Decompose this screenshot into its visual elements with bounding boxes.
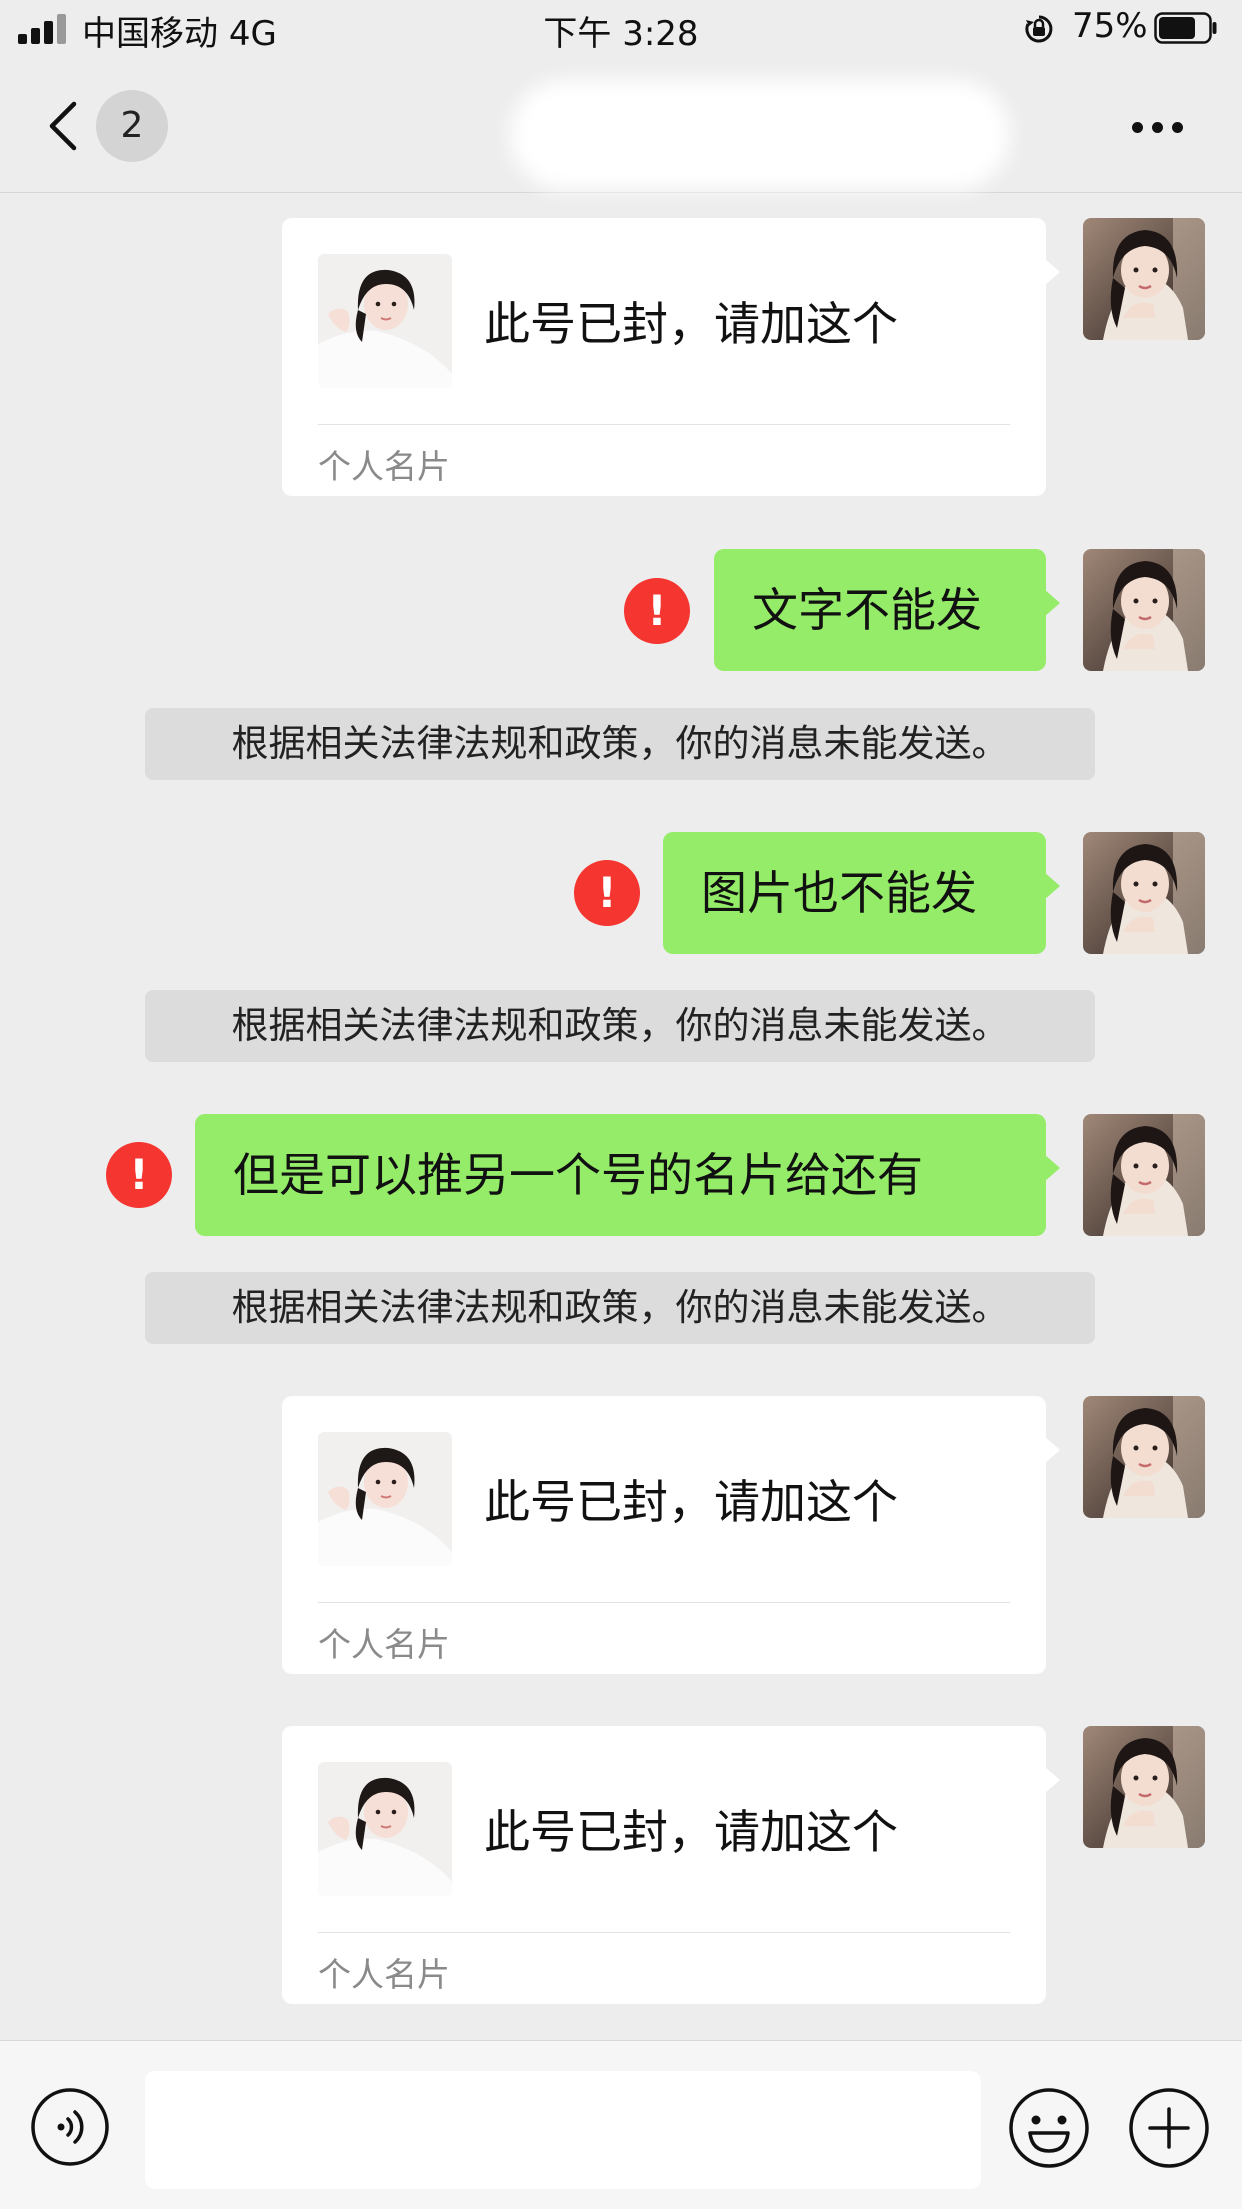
contact-card-message[interactable]: 此号已封，请加这个 个人名片: [282, 1726, 1060, 2004]
avatar[interactable]: [1083, 1114, 1205, 1236]
plus-circle-icon[interactable]: [1128, 2087, 1210, 2169]
contact-card-photo: [318, 1432, 452, 1566]
system-notice: 根据相关法律法规和政策，你的消息未能发送。: [145, 990, 1095, 1062]
battery-icon: [1154, 12, 1217, 44]
send-failed-icon[interactable]: !: [106, 1142, 172, 1208]
avatar[interactable]: [1083, 832, 1205, 954]
contact-card-photo: [318, 254, 452, 388]
emoji-icon[interactable]: [1008, 2087, 1090, 2169]
divider: [318, 1602, 1010, 1603]
system-notice: 根据相关法律法规和政策，你的消息未能发送。: [145, 708, 1095, 780]
message-text: 图片也不能发: [701, 866, 977, 920]
avatar[interactable]: [1083, 218, 1205, 340]
divider: [318, 1932, 1010, 1933]
unread-count-badge[interactable]: 2: [96, 90, 168, 162]
system-notice: 根据相关法律法规和政策，你的消息未能发送。: [145, 1272, 1095, 1344]
status-bar: 中国移动 4G 下午 3:28 75%: [0, 0, 1242, 58]
battery-percent: 75%: [1072, 6, 1148, 46]
send-failed-icon[interactable]: !: [574, 860, 640, 926]
contact-card-label: 个人名片: [318, 1625, 450, 1664]
contact-card-photo: [318, 1762, 452, 1896]
text-message[interactable]: 文字不能发: [714, 549, 1060, 671]
contact-card-message[interactable]: 此号已封，请加这个 个人名片: [282, 1396, 1060, 1674]
avatar[interactable]: [1083, 1396, 1205, 1518]
chat-input-bar: [0, 2040, 1242, 2209]
avatar[interactable]: [1083, 549, 1205, 671]
chevron-left-icon[interactable]: [40, 96, 90, 156]
orientation-lock-icon: [1025, 15, 1053, 43]
contact-card-name: 此号已封，请加这个: [484, 1805, 898, 1859]
text-message[interactable]: 图片也不能发: [663, 832, 1060, 954]
status-time: 下午 3:28: [543, 14, 699, 54]
ellipsis-icon[interactable]: [1122, 108, 1192, 148]
contact-card-name: 此号已封，请加这个: [484, 297, 898, 351]
contact-card-name: 此号已封，请加这个: [484, 1475, 898, 1529]
text-message[interactable]: 但是可以推另一个号的名片给还有: [195, 1114, 1060, 1236]
message-text: 但是可以推另一个号的名片给还有: [233, 1148, 923, 1202]
message-input[interactable]: [145, 2071, 981, 2189]
send-failed-icon[interactable]: !: [624, 578, 690, 644]
message-text: 文字不能发: [752, 583, 982, 637]
divider: [318, 424, 1010, 425]
contact-card-label: 个人名片: [318, 1955, 450, 1994]
voice-icon[interactable]: [30, 2087, 110, 2167]
chat-title-redacted: [510, 80, 1010, 190]
chat-header: 2: [0, 58, 1242, 193]
contact-card-message[interactable]: 此号已封，请加这个 个人名片: [282, 218, 1060, 496]
contact-card-label: 个人名片: [318, 447, 450, 486]
avatar[interactable]: [1083, 1726, 1205, 1848]
